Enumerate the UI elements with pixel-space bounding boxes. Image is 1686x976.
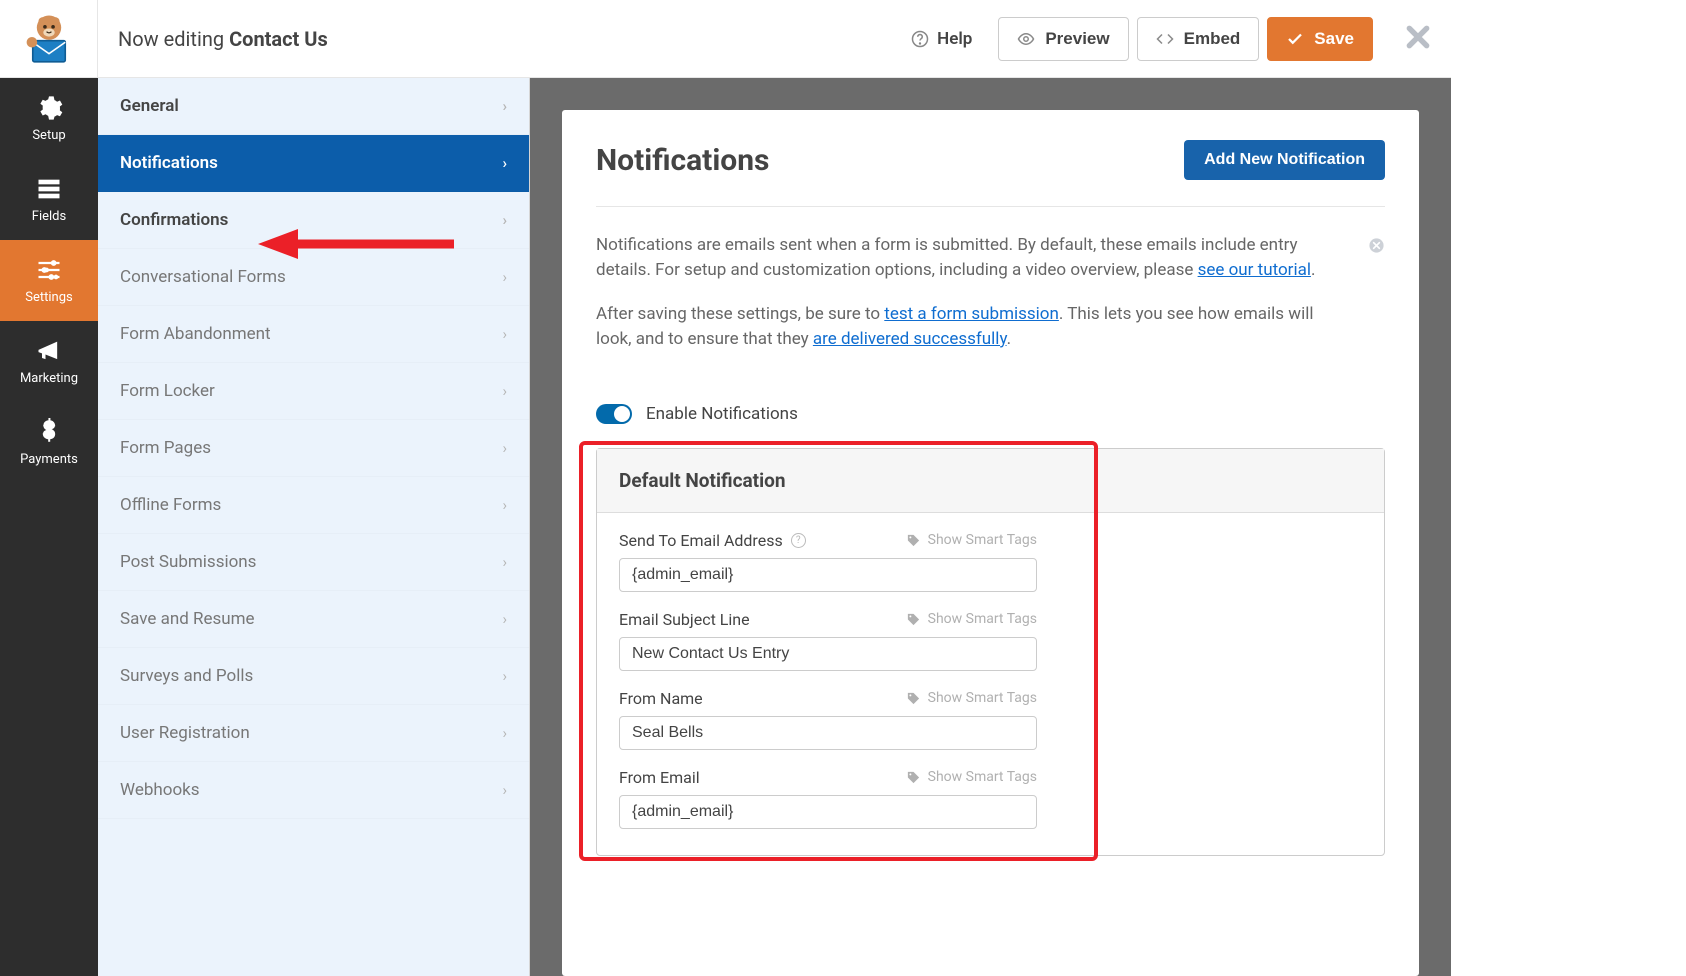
add-notification-button[interactable]: Add New Notification — [1184, 140, 1385, 180]
close-icon[interactable] — [1405, 24, 1431, 54]
tutorial-link[interactable]: see our tutorial — [1198, 260, 1311, 280]
sub-nav: General›Notifications›Confirmations›Conv… — [98, 78, 530, 976]
editing-label: Now editing Contact Us — [98, 27, 893, 51]
chevron-right-icon: › — [502, 610, 507, 628]
show-smart-tags[interactable]: Show Smart Tags — [906, 769, 1037, 785]
notification-title: Default Notification — [597, 449, 1384, 513]
subnav-label: Post Submissions — [120, 552, 256, 572]
field-input[interactable] — [619, 795, 1037, 829]
chevron-right-icon: › — [502, 154, 507, 172]
subnav-label: Surveys and Polls — [120, 666, 253, 686]
subnav-item-surveys-and-polls[interactable]: Surveys and Polls › — [98, 648, 529, 705]
nav-fields[interactable]: Fields — [0, 159, 98, 240]
show-smart-tags[interactable]: Show Smart Tags — [906, 690, 1037, 706]
chevron-right-icon: › — [502, 553, 507, 571]
subnav-item-general[interactable]: General › — [98, 78, 529, 135]
field-input[interactable] — [619, 637, 1037, 671]
chevron-right-icon: › — [502, 382, 507, 400]
subnav-item-form-pages[interactable]: Form Pages › — [98, 420, 529, 477]
subnav-item-post-submissions[interactable]: Post Submissions › — [98, 534, 529, 591]
show-smart-tags[interactable]: Show Smart Tags — [906, 611, 1037, 627]
subnav-item-confirmations[interactable]: Confirmations › — [98, 192, 529, 249]
subnav-item-notifications[interactable]: Notifications › — [98, 135, 529, 192]
nav-settings[interactable]: Settings — [0, 240, 98, 321]
subnav-label: Webhooks — [120, 780, 200, 800]
nav-payments[interactable]: $ Payments — [0, 402, 98, 483]
notification-block: Default Notification Send To Email Addre… — [596, 448, 1385, 856]
chevron-right-icon: › — [502, 325, 507, 343]
left-nav: Setup Fields Settings Marketing $ Paymen… — [0, 78, 98, 976]
delivered-link[interactable]: are delivered successfully — [813, 329, 1007, 349]
subnav-label: Offline Forms — [120, 495, 221, 515]
help-link[interactable]: Help — [893, 29, 990, 49]
nav-setup[interactable]: Setup — [0, 78, 98, 159]
main-area: Notifications Add New Notification Notif… — [530, 78, 1451, 976]
subnav-item-conversational-forms[interactable]: Conversational Forms › — [98, 249, 529, 306]
chevron-right-icon: › — [502, 211, 507, 229]
embed-button[interactable]: Embed — [1137, 17, 1260, 61]
preview-button[interactable]: Preview — [998, 17, 1128, 61]
subnav-item-form-locker[interactable]: Form Locker › — [98, 363, 529, 420]
subnav-item-offline-forms[interactable]: Offline Forms › — [98, 477, 529, 534]
top-header: Now editing Contact Us Help Preview Embe… — [0, 0, 1451, 78]
chevron-right-icon: › — [502, 97, 507, 115]
field-input[interactable] — [619, 558, 1037, 592]
toggle-label: Enable Notifications — [646, 404, 798, 424]
panel-description: Notifications are emails sent when a for… — [596, 233, 1385, 398]
field-group: From Name Show Smart Tags — [619, 689, 1037, 750]
subnav-label: Notifications — [120, 153, 218, 173]
chevron-right-icon: › — [502, 496, 507, 514]
help-icon[interactable]: ? — [791, 533, 806, 548]
field-group: From Email Show Smart Tags — [619, 768, 1037, 829]
chevron-right-icon: › — [502, 268, 507, 286]
chevron-right-icon: › — [502, 724, 507, 742]
chevron-right-icon: › — [502, 667, 507, 685]
enable-notifications-toggle[interactable] — [596, 404, 632, 424]
logo — [0, 0, 98, 78]
dismiss-description-icon[interactable] — [1368, 237, 1385, 254]
save-button[interactable]: Save — [1267, 17, 1373, 61]
subnav-label: Form Locker — [120, 381, 215, 401]
test-submission-link[interactable]: test a form submission — [884, 304, 1059, 324]
field-group: Send To Email Address? Show Smart Tags — [619, 531, 1037, 592]
subnav-item-save-and-resume[interactable]: Save and Resume › — [98, 591, 529, 648]
subnav-label: Confirmations — [120, 210, 228, 230]
subnav-item-form-abandonment[interactable]: Form Abandonment › — [98, 306, 529, 363]
subnav-label: User Registration — [120, 723, 250, 743]
nav-marketing[interactable]: Marketing — [0, 321, 98, 402]
subnav-label: Save and Resume — [120, 609, 255, 629]
show-smart-tags[interactable]: Show Smart Tags — [906, 532, 1037, 548]
chevron-right-icon: › — [502, 439, 507, 457]
settings-panel: Notifications Add New Notification Notif… — [562, 110, 1419, 976]
subnav-item-user-registration[interactable]: User Registration › — [98, 705, 529, 762]
subnav-label: General — [120, 96, 179, 116]
subnav-item-webhooks[interactable]: Webhooks › — [98, 762, 529, 819]
field-label: From Name — [619, 689, 703, 708]
field-input[interactable] — [619, 716, 1037, 750]
panel-title: Notifications — [596, 143, 769, 178]
subnav-label: Conversational Forms — [120, 267, 286, 287]
field-group: Email Subject Line Show Smart Tags — [619, 610, 1037, 671]
field-label: Send To Email Address? — [619, 531, 806, 550]
field-label: From Email — [619, 768, 700, 787]
subnav-label: Form Abandonment — [120, 324, 271, 344]
svg-text:$: $ — [42, 418, 57, 446]
subnav-label: Form Pages — [120, 438, 211, 458]
chevron-right-icon: › — [502, 781, 507, 799]
field-label: Email Subject Line — [619, 610, 750, 629]
